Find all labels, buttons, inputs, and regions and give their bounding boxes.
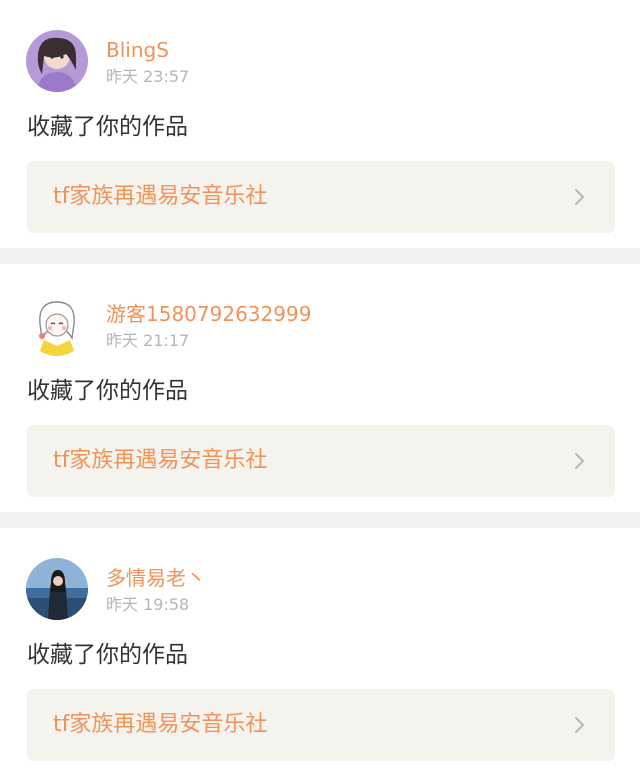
divider xyxy=(0,512,640,528)
notification-card: BlingS 昨天 23:57 收藏了你的作品 tf家族再遇易安音乐社 xyxy=(0,0,640,248)
work-title: tf家族再遇易安音乐社 xyxy=(53,184,268,209)
work-link[interactable]: tf家族再遇易安音乐社 xyxy=(27,161,615,233)
seaside-photo-avatar[interactable] xyxy=(26,558,88,620)
username[interactable]: 多情易老丶 xyxy=(106,565,206,591)
work-link[interactable]: tf家族再遇易安音乐社 xyxy=(27,425,615,497)
notification-card: 游客1580792632999 昨天 21:17 收藏了你的作品 tf家族再遇易… xyxy=(0,264,640,512)
work-title: tf家族再遇易安音乐社 xyxy=(53,712,268,737)
chevron-right-icon xyxy=(569,715,589,735)
divider xyxy=(0,248,640,264)
action-text: 收藏了你的作品 xyxy=(27,114,188,140)
timestamp: 昨天 19:58 xyxy=(106,595,190,614)
username[interactable]: BlingS xyxy=(106,37,169,63)
chevron-right-icon xyxy=(569,451,589,471)
timestamp: 昨天 21:17 xyxy=(106,331,190,350)
chevron-right-icon xyxy=(569,187,589,207)
cartoon-girl-avatar[interactable] xyxy=(26,294,88,356)
username[interactable]: 游客1580792632999 xyxy=(106,301,311,327)
action-text: 收藏了你的作品 xyxy=(27,642,188,668)
work-title: tf家族再遇易安音乐社 xyxy=(53,448,268,473)
girl-photo-avatar[interactable] xyxy=(26,30,88,92)
work-link[interactable]: tf家族再遇易安音乐社 xyxy=(27,689,615,761)
action-text: 收藏了你的作品 xyxy=(27,378,188,404)
timestamp: 昨天 23:57 xyxy=(106,67,190,86)
notification-feed: BlingS 昨天 23:57 收藏了你的作品 tf家族再遇易安音乐社 游客15… xyxy=(0,0,640,776)
notification-card: 多情易老丶 昨天 19:58 收藏了你的作品 tf家族再遇易安音乐社 xyxy=(0,528,640,776)
